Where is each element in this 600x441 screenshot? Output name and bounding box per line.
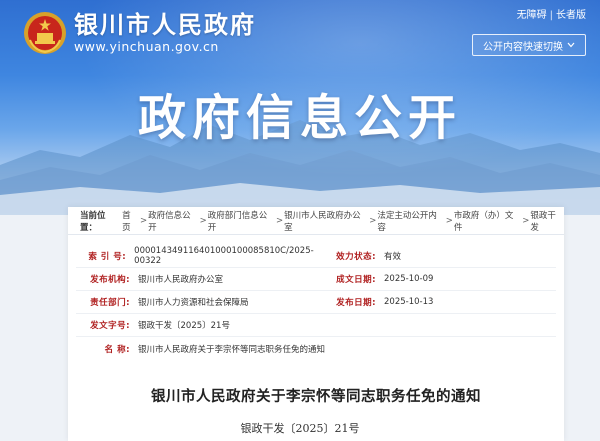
breadcrumb-item[interactable]: 政府信息公开: [148, 209, 199, 233]
accessibility-link[interactable]: 无障碍: [517, 6, 547, 21]
breadcrumb: 当前位置： 首页 > 政府信息公开 > 政府部门信息公开 > 银川市人民政府办公室 > …: [68, 207, 564, 235]
breadcrumb-item[interactable]: 市政府（办）文件: [454, 209, 521, 233]
status-value: 有效: [384, 252, 402, 262]
quick-switch-label: 公开内容快速切换: [483, 41, 563, 53]
name-value: 银川市人民政府关于李宗怀等同志职务任免的通知: [138, 344, 326, 355]
breadcrumb-separator: >: [139, 215, 148, 226]
name-label: 名 称:: [104, 344, 130, 355]
site-url: www.yinchuan.gov.cn: [74, 39, 219, 54]
hero-banner: 银川市人民政府 www.yinchuan.gov.cn 无障碍 | 长者版 公开内容…: [0, 0, 600, 215]
top-links: 无障碍 | 长者版: [517, 6, 586, 21]
document-title: 银川市人民政府关于李宗怀等同志职务任免的通知: [151, 389, 481, 405]
elder-version-link[interactable]: 长者版: [556, 6, 586, 21]
meta-row-name: 名 称: 银川市人民政府关于李宗怀等同志职务任免的通知: [76, 337, 556, 360]
responsible-value: 银川市人力资源和社会保障局: [138, 298, 249, 308]
meta-row-publisher: 发布机构: 银川市人民政府办公室 成文日期: 2025-10-09: [76, 268, 556, 291]
meta-row-docno: 发文字号: 银政干发〔2025〕21号: [76, 314, 556, 337]
date-value: 2025-10-09: [384, 274, 434, 284]
breadcrumb-item[interactable]: 首页: [122, 209, 139, 233]
site-title: 银川市人民政府: [74, 10, 256, 39]
breadcrumb-item[interactable]: 银政干发: [530, 209, 564, 233]
docno-value: 银政干发〔2025〕21号: [138, 321, 230, 331]
breadcrumb-separator: >: [276, 215, 284, 226]
hero-title: 政府信息公开: [137, 90, 462, 146]
breadcrumb-separator: >: [445, 215, 453, 226]
breadcrumb-separator: >: [369, 215, 377, 226]
meta-row-responsible: 责任部门: 银川市人力资源和社会保障局 发布日期: 2025-10-13: [76, 291, 556, 314]
national-emblem-icon: [24, 12, 66, 54]
responsible-label: 责任部门:: [90, 298, 130, 308]
breadcrumb-separator: >: [199, 215, 207, 226]
publish-date-value: 2025-10-13: [384, 297, 434, 307]
meta-row-index: 索 引 号: 000014349116401000100085810C/2025…: [76, 245, 556, 268]
index-label: 索 引 号:: [88, 252, 127, 262]
breadcrumb-separator: >: [522, 215, 530, 226]
index-value: 000014349116401000100085810C/2025-00322: [134, 246, 314, 266]
publisher-value: 银川市人民政府办公室: [138, 275, 224, 285]
breadcrumb-item[interactable]: 政府部门信息公开: [208, 209, 275, 233]
docno-label: 发文字号:: [90, 321, 130, 331]
publisher-label: 发布机构:: [90, 275, 130, 285]
date-label: 成文日期:: [336, 275, 376, 285]
site-logo[interactable]: 银川市人民政府 www.yinchuan.gov.cn: [22, 10, 256, 56]
document-metadata: 索 引 号: 000014349116401000100085810C/2025…: [76, 245, 556, 360]
content-card: 当前位置： 首页 > 政府信息公开 > 政府部门信息公开 > 银川市人民政府办公室 > …: [68, 207, 564, 441]
status-label: 效力状态:: [336, 252, 376, 262]
chevron-down-icon: [567, 42, 575, 48]
document-number: 银政干发〔2025〕21号: [240, 422, 360, 435]
publish-date-label: 发布日期:: [336, 298, 376, 308]
quick-switch-button[interactable]: 公开内容快速切换: [472, 34, 586, 56]
breadcrumb-item[interactable]: 银川市人民政府办公室: [284, 209, 368, 233]
breadcrumb-item[interactable]: 法定主动公开内容: [377, 209, 444, 233]
breadcrumb-label: 当前位置：: [80, 210, 106, 233]
link-separator: |: [549, 10, 553, 21]
